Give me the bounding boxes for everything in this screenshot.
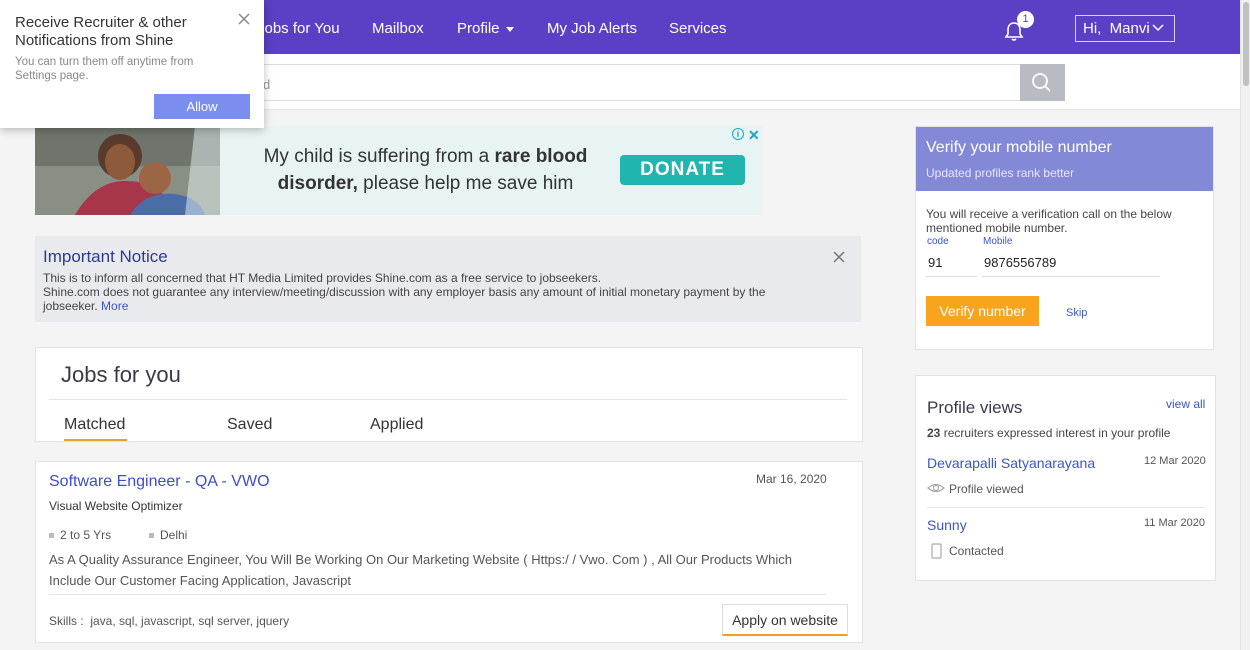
search-button[interactable] — [1020, 64, 1065, 101]
donate-button[interactable]: DONATE — [620, 155, 745, 185]
nav-my-job-alerts[interactable]: My Job Alerts — [547, 20, 637, 37]
tab-matched[interactable]: Matched — [64, 416, 125, 434]
nav-profile-label: Profile — [457, 20, 500, 37]
job-location-value: Delhi — [160, 528, 188, 542]
notice-line1: This is to inform all concerned that HT … — [43, 271, 602, 285]
job-description: As A Quality Assurance Engineer, You Wil… — [49, 552, 792, 588]
code-field[interactable]: 91 — [926, 251, 977, 277]
caret-down-icon — [505, 26, 514, 32]
viewer-date: 11 Mar 2020 — [1144, 517, 1205, 529]
tab-saved[interactable]: Saved — [227, 416, 272, 434]
active-tab-indicator — [64, 439, 127, 441]
verify-description: You will receive a verification call on … — [926, 207, 1172, 235]
notification-permission-popup: Receive Recruiter & other Notifications … — [0, 0, 264, 128]
allow-button[interactable]: Allow — [154, 94, 250, 119]
bullet-icon — [49, 533, 54, 539]
verify-number-button[interactable]: Verify number — [926, 296, 1039, 326]
apply-on-website-button[interactable]: Apply on website — [722, 604, 848, 636]
notice-line2: Shine.com does not guarantee any intervi… — [43, 285, 766, 313]
notice-more-link[interactable]: More — [101, 299, 128, 313]
tab-applied[interactable]: Applied — [370, 416, 423, 434]
ad-info-icon[interactable]: i — [732, 128, 744, 140]
viewer-name-link[interactable]: Sunny — [927, 517, 967, 533]
search-placeholder: d — [263, 77, 271, 92]
job-card: Software Engineer - QA - VWO Mar 16, 202… — [35, 461, 863, 643]
user-menu[interactable]: Hi, Manvi — [1075, 15, 1175, 42]
ad-text-part2: please help me save him — [357, 173, 574, 194]
popup-subtitle: You can turn them off anytime from Setti… — [15, 56, 194, 82]
views-count-label: recruiters expressed interest in your pr… — [940, 426, 1171, 440]
close-icon[interactable] — [832, 250, 846, 264]
views-count-text: 23 recruiters expressed interest in your… — [927, 426, 1170, 440]
skip-link[interactable]: Skip — [1066, 307, 1087, 319]
view-all-link[interactable]: view all — [1166, 397, 1205, 411]
user-greeting: Hi, Manvi — [1083, 20, 1150, 37]
ad-message: My child is suffering from a rare blood … — [238, 143, 613, 197]
eye-icon — [927, 483, 945, 493]
bullet-icon — [149, 533, 154, 539]
viewer-status: Profile viewed — [949, 482, 1024, 496]
verify-header: Verify your mobile number Updated profil… — [916, 127, 1213, 191]
notification-count-badge: 1 — [1017, 11, 1034, 28]
job-experience: 2 to 5 Yrs — [49, 528, 111, 542]
job-location: Delhi — [149, 528, 187, 542]
jobs-section-title: Jobs for you — [61, 362, 181, 387]
divider — [927, 507, 1205, 508]
mobile-label: Mobile — [983, 236, 1013, 247]
ad-text-part1: My child is suffering from a — [263, 146, 495, 167]
viewer-status: Contacted — [949, 544, 1004, 558]
nav-jobs-for-you[interactable]: Jobs for You — [257, 20, 340, 37]
page-scrollbar[interactable] — [1240, 0, 1250, 650]
verify-mobile-card: Verify your mobile number Updated profil… — [915, 126, 1214, 350]
job-title-link[interactable]: Software Engineer - QA - VWO — [49, 473, 270, 491]
search-icon — [1032, 73, 1051, 92]
notice-body: This is to inform all concerned that HT … — [43, 271, 813, 313]
mobile-icon — [931, 543, 942, 559]
important-notice: Important Notice This is to inform all c… — [35, 236, 861, 322]
nav-services[interactable]: Services — [669, 20, 727, 37]
popup-title: Receive Recruiter & other Notifications … — [15, 14, 187, 49]
verify-title: Verify your mobile number — [926, 139, 1112, 156]
divider — [49, 399, 847, 400]
chevron-down-icon — [1152, 24, 1164, 32]
job-skills: Skills : java, sql, javascript, sql serv… — [49, 614, 290, 628]
viewer-date: 12 Mar 2020 — [1144, 455, 1206, 467]
nav-profile[interactable]: Profile — [457, 20, 514, 37]
divider — [49, 594, 826, 595]
close-icon[interactable] — [236, 11, 252, 27]
nav-mailbox[interactable]: Mailbox — [372, 20, 424, 37]
views-count-number: 23 — [927, 426, 941, 440]
viewer-name-link[interactable]: Devarapalli Satyanarayana — [927, 455, 1095, 471]
jobs-for-you-card: Jobs for you Matched Saved Applied — [35, 347, 863, 442]
donation-ad-banner[interactable]: My child is suffering from a rare blood … — [35, 126, 762, 215]
verify-subtitle: Updated profiles rank better — [926, 166, 1075, 180]
scrollbar-thumb[interactable] — [1243, 2, 1249, 86]
job-date: Mar 16, 2020 — [756, 472, 827, 486]
notice-title: Important Notice — [43, 247, 168, 266]
job-experience-value: 2 to 5 Yrs — [60, 528, 112, 542]
job-company: Visual Website Optimizer — [49, 499, 183, 513]
search-input[interactable]: d — [240, 64, 1020, 101]
ad-close-icon[interactable]: ✕ — [748, 127, 760, 144]
profile-views-card: Profile views view all 23 recruiters exp… — [915, 375, 1216, 581]
mobile-field[interactable]: 9876556789 — [982, 251, 1160, 277]
mother-child-photo — [35, 126, 220, 215]
profile-views-title: Profile views — [927, 398, 1023, 417]
code-label: code — [927, 236, 949, 247]
